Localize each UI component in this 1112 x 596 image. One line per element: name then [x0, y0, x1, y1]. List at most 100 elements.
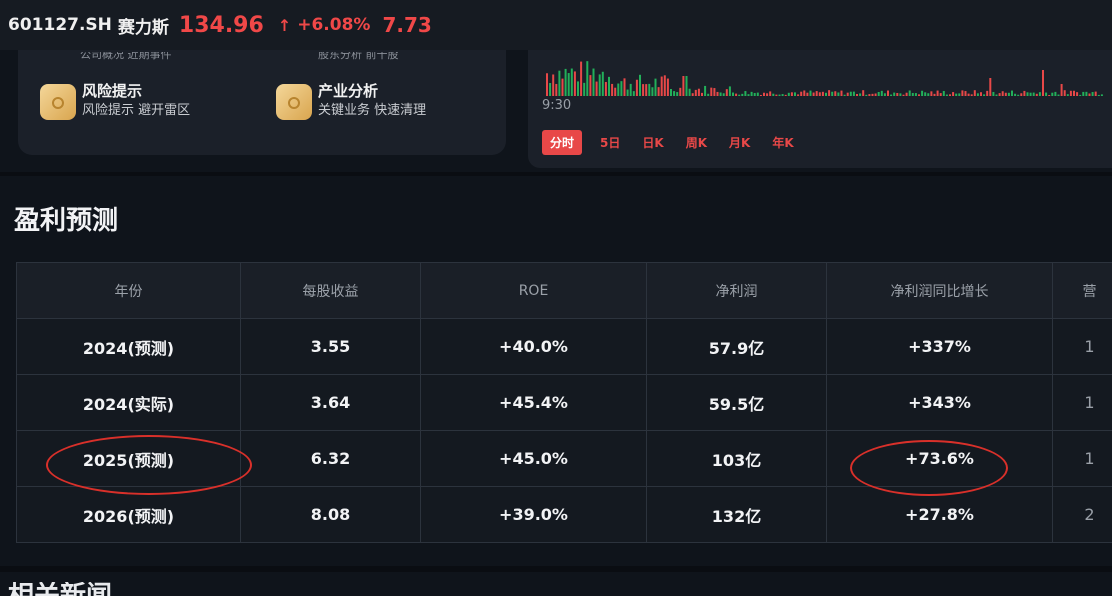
volume-bar — [896, 92, 899, 96]
volume-bar — [763, 92, 765, 96]
volume-bar — [580, 61, 583, 96]
volume-bar — [670, 89, 672, 96]
volume-bar — [756, 92, 759, 96]
volume-bar — [989, 78, 992, 96]
chart-time-label: 9:30 — [542, 98, 572, 113]
tab-monthly-k[interactable]: 月K — [729, 134, 750, 151]
volume-bar — [719, 92, 722, 96]
next-section-title-clipped: 相关新闻 — [8, 582, 112, 596]
feature-industry[interactable]: 产业分析 关键业务 快速清理 — [276, 82, 426, 120]
volume-bar — [1017, 94, 1020, 96]
volume-bar — [626, 89, 629, 96]
volume-bar — [663, 75, 666, 96]
volume-bar — [1001, 91, 1004, 96]
volume-bar — [809, 90, 812, 96]
volume-bar — [880, 90, 883, 96]
volume-bar — [781, 94, 784, 96]
volume-bar — [546, 73, 548, 96]
volume-bar — [859, 93, 862, 96]
volume-bar — [862, 90, 865, 96]
volume-bar — [911, 92, 914, 96]
volume-bar — [812, 92, 815, 96]
tab-5day[interactable]: 5日 — [600, 134, 620, 151]
volume-bar — [980, 92, 982, 96]
cell-roe: +39.0% — [420, 486, 647, 543]
feature-card: 公司概况 近期事件 股东分析 前十股 风险提示 风险提示 避开雷区 产业分析 关… — [18, 50, 506, 155]
cell-year: 2025(预测) — [16, 430, 241, 487]
tab-intraday[interactable]: 分时 — [542, 130, 583, 155]
volume-bar — [797, 94, 800, 96]
volume-bar — [837, 92, 840, 96]
feature-risk[interactable]: 风险提示 风险提示 避开雷区 — [40, 82, 190, 120]
volume-bar — [747, 94, 750, 96]
volume-bar — [945, 94, 948, 96]
volume-bar — [601, 71, 604, 96]
stock-ticker: 601127.SH — [8, 15, 112, 35]
volume-bar — [834, 91, 837, 96]
feature-subtitle: 风险提示 避开雷区 — [82, 103, 191, 118]
volume-bar — [1045, 92, 1048, 96]
tab-daily-k[interactable]: 日K — [642, 134, 663, 151]
volume-bar — [1094, 91, 1097, 96]
volume-bar — [784, 94, 787, 96]
volume-bar — [679, 87, 682, 96]
volume-bar — [1060, 84, 1063, 96]
col-eps: 每股收益 — [240, 262, 421, 319]
volume-bar — [865, 94, 868, 96]
volume-bar — [933, 93, 936, 96]
volume-bar — [688, 88, 691, 96]
volume-bar — [852, 91, 855, 96]
stock-name: 赛力斯 — [117, 17, 169, 38]
volume-bar — [701, 92, 703, 96]
volume-bar — [1011, 90, 1013, 96]
volume-bar — [973, 90, 976, 96]
volume-bar — [648, 83, 651, 96]
volume-bar — [902, 94, 905, 96]
cell-clipped: 1 — [1052, 430, 1112, 487]
table-row: 2025(预测) 6.32 +45.0% 103亿 +73.6% 1 — [16, 430, 1112, 487]
volume-bar — [992, 91, 995, 96]
clipped-feature-subtitle: 股东分析 前十股 — [318, 52, 399, 61]
tab-weekly-k[interactable]: 周K — [686, 134, 707, 151]
volume-bar — [564, 68, 567, 96]
volume-bar — [732, 92, 734, 96]
volume-bar — [905, 92, 908, 96]
volume-bar — [1076, 92, 1079, 96]
col-net-profit: 净利润 — [646, 262, 827, 319]
volume-bar — [567, 73, 570, 96]
cell-net-profit: 103亿 — [646, 430, 827, 487]
risk-coin-icon — [40, 84, 76, 120]
volume-bar — [890, 94, 893, 96]
volume-bar — [1042, 70, 1044, 96]
volume-bar — [632, 91, 635, 96]
cell-profit-growth: +337% — [826, 318, 1053, 375]
table-row: 2024(预测) 3.55 +40.0% 57.9亿 +337% 1 — [16, 318, 1112, 375]
section-divider — [0, 172, 1112, 176]
volume-bar — [629, 83, 632, 96]
volume-bar — [1082, 91, 1085, 96]
industry-coin-icon — [276, 84, 312, 120]
volume-bar — [1079, 94, 1082, 96]
volume-bar — [831, 91, 834, 96]
volume-bar — [704, 85, 707, 96]
volume-bar — [614, 87, 617, 96]
volume-bar — [642, 84, 645, 96]
volume-bar — [753, 92, 756, 96]
volume-bar — [552, 74, 555, 96]
feature-title: 产业分析 — [318, 82, 379, 100]
table-row: 2024(实际) 3.64 +45.4% 59.5亿 +343% 1 — [16, 374, 1112, 431]
volume-bar — [759, 94, 762, 96]
table-row: 2026(预测) 8.08 +39.0% 132亿 +27.8% 2 — [16, 486, 1112, 543]
cell-eps: 3.55 — [240, 318, 421, 375]
volume-bar — [967, 93, 970, 96]
volume-bar — [1097, 94, 1100, 96]
tab-yearly-k[interactable]: 年K — [772, 134, 793, 151]
volume-bar — [694, 89, 697, 96]
volume-bar — [856, 93, 858, 96]
volume-bar — [955, 93, 958, 96]
volume-bar — [986, 90, 989, 96]
table-header-row: 年份 每股收益 ROE 净利润 净利润同比增长 营 — [16, 262, 1112, 319]
volume-bar — [843, 94, 846, 96]
cell-year: 2024(实际) — [16, 374, 241, 431]
volume-bar — [924, 92, 927, 96]
